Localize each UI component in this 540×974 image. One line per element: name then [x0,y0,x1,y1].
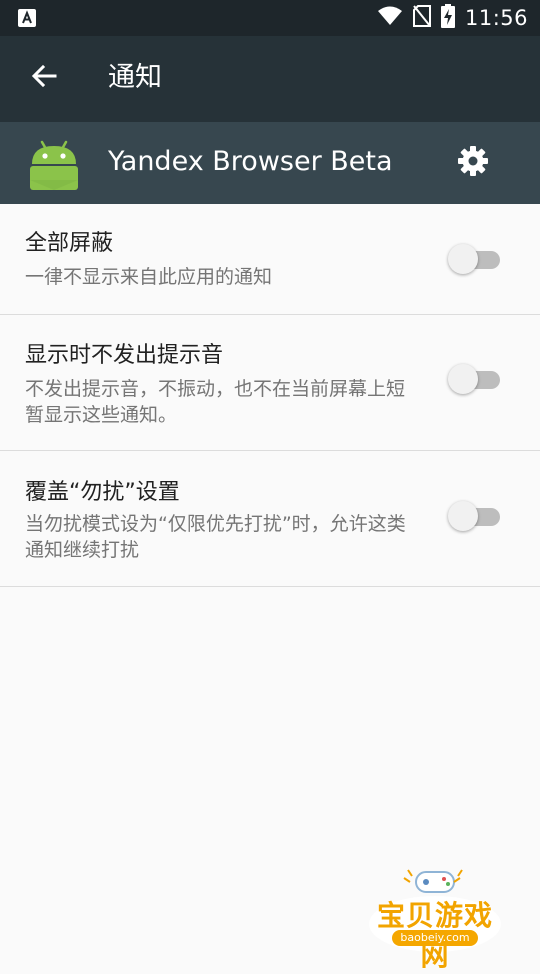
setting-title: 全部屏蔽 [25,231,114,256]
silent-toggle[interactable] [448,363,502,395]
toggle-thumb [448,364,478,394]
toggle-thumb [448,501,478,531]
battery-charging-icon [440,4,455,32]
app-settings-button[interactable] [450,140,496,186]
toolbar: 通知 [0,36,540,122]
no-sim-icon [412,5,431,31]
setting-subtitle: 不发出提示音，不振动，也不在当前屏幕上短暂显示这些通知。 [25,378,406,426]
setting-title: 显示时不发出提示音 [25,343,224,368]
setting-block-all[interactable]: 全部屏蔽 一律不显示来自此应用的通知 [0,204,540,315]
status-bar: 11:56 [0,0,540,36]
gear-icon [457,145,489,181]
settings-list: 全部屏蔽 一律不显示来自此应用的通知 显示时不发出提示音 不发出提示音，不振动，… [0,204,540,587]
back-button[interactable] [22,56,66,100]
app-name: Yandex Browser Beta [108,146,393,177]
setting-subtitle: 当勿扰模式设为“仅限优先打扰”时，允许这类通知继续打扰 [25,513,406,561]
page-title: 通知 [108,62,162,93]
status-time: 11:56 [464,6,528,30]
watermark-domain: baobeiy.com [392,930,478,946]
setting-subtitle: 一律不显示来自此应用的通知 [25,266,273,288]
app-header: Yandex Browser Beta [0,122,540,204]
override-dnd-toggle[interactable] [448,500,502,532]
watermark: 宝贝游戏网 baobeiy.com [364,866,506,972]
arrow-back-icon [30,62,58,94]
wifi-icon [377,6,403,30]
setting-override-dnd[interactable]: 覆盖“勿扰”设置 当勿扰模式设为“仅限优先打扰”时，允许这类通知继续打扰 [0,451,540,587]
block-all-toggle[interactable] [448,243,502,275]
toggle-thumb [448,244,478,274]
setting-title: 覆盖“勿扰”设置 [25,480,180,505]
a-notification-icon [18,9,36,27]
setting-silent[interactable]: 显示时不发出提示音 不发出提示音，不振动，也不在当前屏幕上短暂显示这些通知。 [0,315,540,451]
android-icon [28,136,80,190]
